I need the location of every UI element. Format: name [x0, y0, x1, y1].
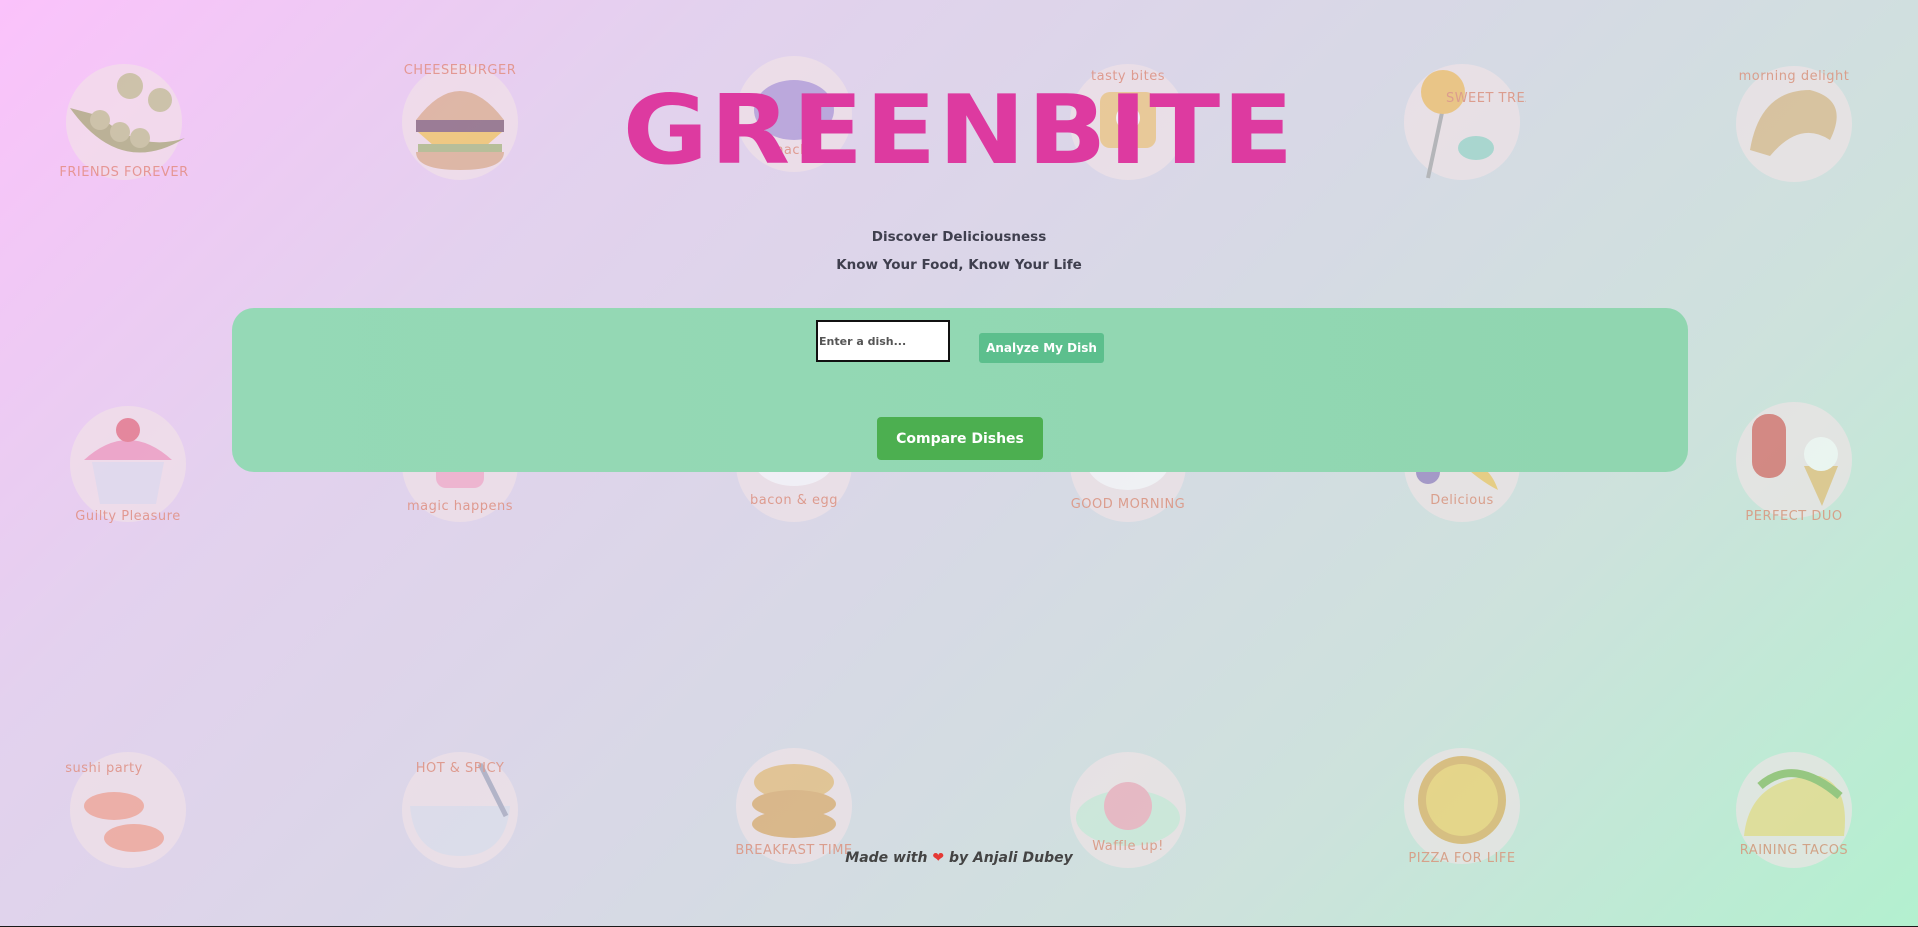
heart-icon: ❤ — [932, 850, 945, 866]
sticker-caption: sushi party — [65, 761, 143, 776]
tagline-primary: Discover Deliciousness — [871, 229, 1047, 245]
ice-cream-icon: PERFECT DUO — [1736, 402, 1852, 524]
dish-input[interactable] — [816, 320, 950, 362]
footer-suffix: by Anjali Dubey — [948, 850, 1073, 866]
analyze-dish-button[interactable]: Analyze My Dish — [979, 333, 1104, 363]
footer-prefix: Made with — [845, 850, 928, 866]
sticker-caption: bacon & egg — [750, 493, 838, 508]
sticker-caption: Guilty Pleasure — [75, 509, 180, 524]
sticker-caption: HOT & SPICY — [416, 761, 505, 776]
sticker-caption: magic happens — [407, 499, 513, 514]
sticker-caption: GOOD MORNING — [1071, 497, 1186, 512]
cupcake-sticker: Guilty Pleasure — [64, 400, 192, 528]
sticker-caption: PERFECT DUO — [1745, 509, 1842, 524]
sticker-caption: Delicious — [1430, 493, 1493, 508]
compare-dishes-button[interactable]: Compare Dishes — [877, 417, 1043, 460]
app-title: GREENBITE — [622, 73, 1296, 187]
cupcake-icon: Guilty Pleasure — [70, 406, 186, 524]
perfect-duo-sticker: PERFECT DUO — [1730, 396, 1858, 524]
footer-credit: Made with ❤ by Anjali Dubey — [0, 850, 1918, 866]
tagline-secondary: Know Your Food, Know Your Life — [836, 257, 1082, 273]
